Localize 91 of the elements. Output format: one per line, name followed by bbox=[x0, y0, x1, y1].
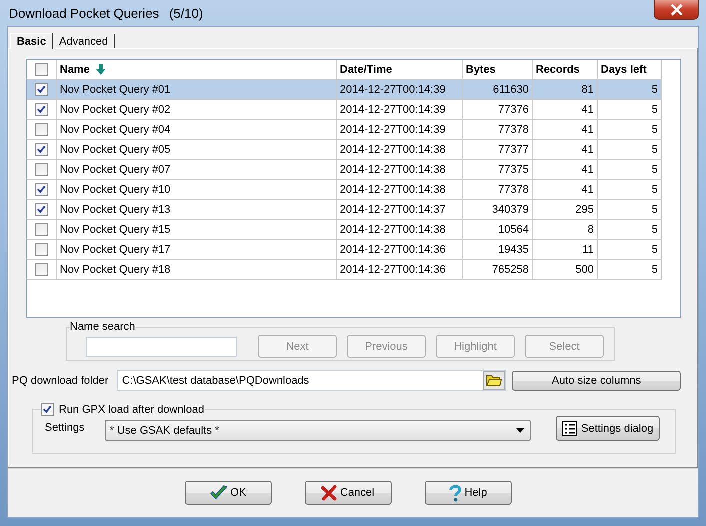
table-cell: 2014-12-27T00:14:38 bbox=[337, 180, 463, 200]
dialog-button[interactable]: Cancel bbox=[304, 481, 392, 505]
table-cell: 611630 bbox=[463, 80, 533, 100]
dialog-button[interactable]: OK bbox=[184, 481, 272, 505]
list-icon bbox=[562, 420, 578, 436]
table-cell: 81 bbox=[533, 80, 598, 100]
table-cell: 11 bbox=[533, 240, 598, 260]
table-cell: 5 bbox=[598, 200, 662, 220]
table-cell: 77375 bbox=[463, 160, 533, 180]
row-checkbox[interactable] bbox=[35, 243, 48, 256]
column-header[interactable]: Date/Time bbox=[337, 60, 463, 80]
table-cell: 5 bbox=[598, 180, 662, 200]
settings-dialog-button[interactable]: Settings dialog bbox=[556, 416, 660, 441]
table-cell: Nov Pocket Query #02 bbox=[57, 100, 337, 120]
browse-button[interactable] bbox=[483, 371, 506, 390]
row-checkbox[interactable] bbox=[35, 83, 48, 96]
table-cell: 41 bbox=[533, 100, 598, 120]
table-cell: 8 bbox=[533, 220, 598, 240]
table-cell: 77378 bbox=[463, 180, 533, 200]
table-cell: Nov Pocket Query #17 bbox=[57, 240, 337, 260]
table-cell: 41 bbox=[533, 160, 598, 180]
table-cell: Nov Pocket Query #01 bbox=[57, 80, 337, 100]
name-search-field[interactable] bbox=[86, 336, 237, 356]
window-count: (5/10) bbox=[169, 6, 204, 20]
row-checkbox[interactable] bbox=[35, 163, 48, 176]
table-cell: 5 bbox=[598, 140, 662, 160]
folder-path-field[interactable]: C:\GSAK\test database\PQDownloads bbox=[117, 370, 506, 391]
table-cell: 5 bbox=[598, 100, 662, 120]
table-cell: 77377 bbox=[463, 140, 533, 160]
checkmark-icon bbox=[210, 485, 228, 501]
table-cell: Nov Pocket Query #10 bbox=[57, 180, 337, 200]
cross-icon bbox=[321, 485, 338, 501]
table-cell: 10564 bbox=[463, 220, 533, 240]
table-cell: 19435 bbox=[463, 240, 533, 260]
auto-size-button[interactable]: Auto size columns bbox=[512, 370, 682, 390]
table-cell: 2014-12-27T00:14:38 bbox=[337, 140, 463, 160]
row-checkbox[interactable] bbox=[35, 203, 48, 216]
table-cell: 5 bbox=[598, 160, 662, 180]
table-cell: 41 bbox=[533, 140, 598, 160]
close-button[interactable] bbox=[654, 0, 699, 20]
table-cell: 41 bbox=[533, 120, 598, 140]
checkbox-label: Run GPX load after download bbox=[59, 404, 205, 416]
table-cell: 2014-12-27T00:14:39 bbox=[337, 100, 463, 120]
window-title: Download Pocket Queries bbox=[9, 6, 160, 20]
column-header[interactable]: Bytes bbox=[463, 60, 533, 80]
table-cell: 5 bbox=[598, 260, 662, 280]
table-cell: 5 bbox=[598, 240, 662, 260]
group-label: Name search bbox=[70, 321, 136, 333]
table-cell: Nov Pocket Query #13 bbox=[57, 200, 337, 220]
table-cell: 500 bbox=[533, 260, 598, 280]
table-cell: Nov Pocket Query #05 bbox=[57, 140, 337, 160]
select-all-checkbox[interactable] bbox=[35, 63, 48, 76]
table-cell: 41 bbox=[533, 180, 598, 200]
row-checkbox[interactable] bbox=[35, 223, 48, 236]
table-cell: Nov Pocket Query #07 bbox=[57, 160, 337, 180]
table-cell: 295 bbox=[533, 200, 598, 220]
table-cell: 5 bbox=[598, 220, 662, 240]
question-mark-icon bbox=[448, 484, 462, 502]
settings-dropdown[interactable]: * Use GSAK defaults * bbox=[105, 420, 531, 441]
row-checkbox[interactable] bbox=[35, 183, 48, 196]
table-cell: Nov Pocket Query #18 bbox=[57, 260, 337, 280]
field-label: Settings bbox=[45, 422, 86, 434]
table-cell: 2014-12-27T00:14:36 bbox=[337, 260, 463, 280]
dialog-button[interactable]: Help bbox=[424, 481, 512, 505]
table-cell: 5 bbox=[598, 120, 662, 140]
tab[interactable]: Basic bbox=[10, 33, 54, 49]
table-cell: 5 bbox=[598, 80, 662, 100]
row-checkbox[interactable] bbox=[35, 263, 48, 276]
column-header[interactable]: Records bbox=[533, 60, 598, 80]
table-cell: Nov Pocket Query #15 bbox=[57, 220, 337, 240]
table-cell: 340379 bbox=[463, 200, 533, 220]
folder-icon bbox=[486, 374, 502, 387]
table-cell: 77378 bbox=[463, 120, 533, 140]
row-checkbox[interactable] bbox=[35, 103, 48, 116]
table-cell: 765258 bbox=[463, 260, 533, 280]
table-cell: 2014-12-27T00:14:36 bbox=[337, 240, 463, 260]
table-cell: 77376 bbox=[463, 100, 533, 120]
table-cell: 2014-12-27T00:14:39 bbox=[337, 80, 463, 100]
table-cell: Nov Pocket Query #04 bbox=[57, 120, 337, 140]
dropdown-arrow-icon bbox=[516, 428, 525, 433]
column-header[interactable]: Name bbox=[57, 60, 337, 80]
field-label: PQ download folder bbox=[12, 374, 110, 386]
table-cell: 2014-12-27T00:14:37 bbox=[337, 200, 463, 220]
close-icon bbox=[670, 4, 684, 16]
row-checkbox[interactable] bbox=[35, 143, 48, 156]
table-cell: 2014-12-27T00:14:38 bbox=[337, 220, 463, 240]
row-checkbox[interactable] bbox=[35, 123, 48, 136]
table-cell: 2014-12-27T00:14:38 bbox=[337, 160, 463, 180]
table-cell: 2014-12-27T00:14:39 bbox=[337, 120, 463, 140]
gpx-checkbox[interactable] bbox=[41, 403, 54, 416]
column-header[interactable]: Days left bbox=[598, 60, 662, 80]
